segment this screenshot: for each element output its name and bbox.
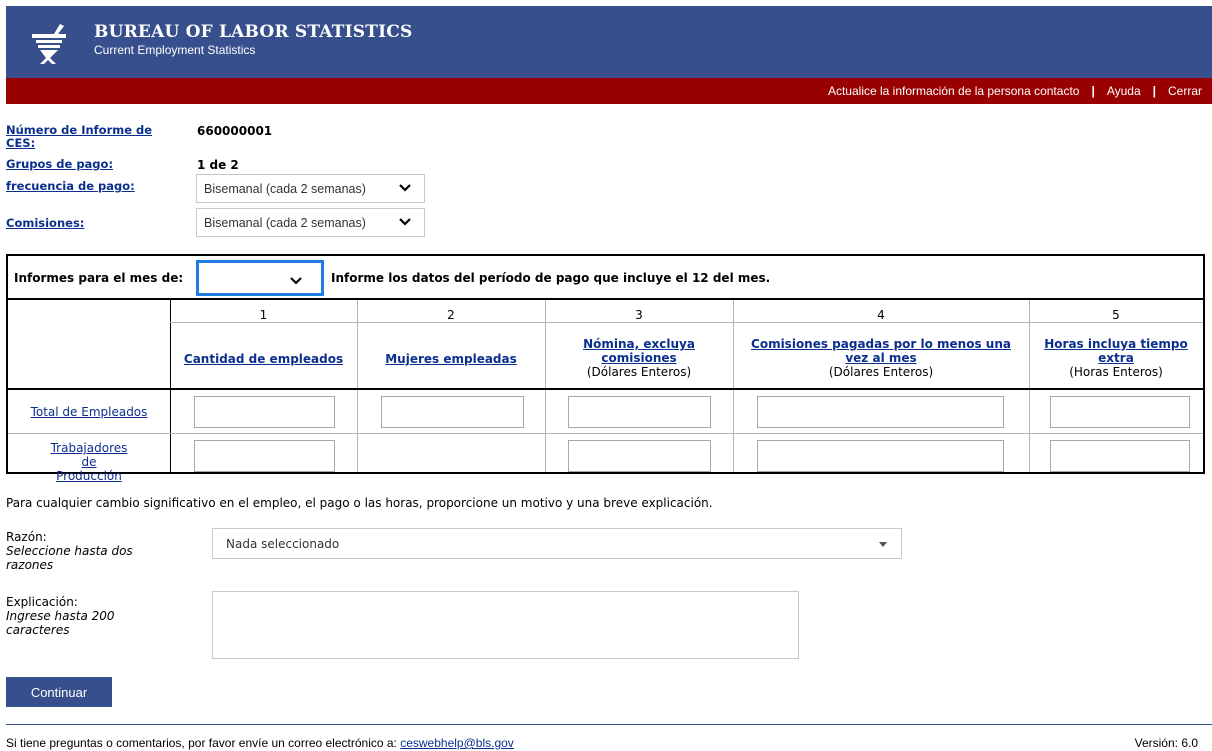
program-subtitle: Current Employment Statistics	[94, 43, 256, 57]
pay-frequency-value: Bisemanal (cada 2 semanas)	[204, 181, 366, 196]
row-divider	[170, 322, 1203, 323]
column-divider	[170, 300, 171, 472]
payroll-header-link[interactable]: Nómina, excluya comisiones	[583, 337, 695, 365]
row-label-total-employees[interactable]: Total de Empleados	[8, 405, 170, 419]
column-number: 4	[877, 308, 885, 322]
close-link[interactable]: Cerrar	[1168, 84, 1202, 98]
commissions-label[interactable]: Comisiones:	[6, 217, 84, 230]
commissions-value: Bisemanal (cada 2 semanas)	[204, 215, 366, 230]
update-contact-link[interactable]: Actualice la información de la persona c…	[828, 84, 1079, 98]
hours-unit: (Horas Enteros)	[1069, 365, 1163, 379]
reason-label-group: Razón: Seleccione hasta dos razones	[6, 530, 146, 572]
top-nav-bar: Actualice la información de la persona c…	[6, 78, 1212, 104]
production-employees-input[interactable]	[194, 440, 335, 472]
version-label: Versión: 6.0	[1134, 736, 1198, 750]
chevron-down-icon	[399, 218, 411, 226]
continue-button[interactable]: Continuar	[6, 677, 112, 707]
total-women-input[interactable]	[381, 396, 524, 428]
reason-selected-value: Nada seleccionado	[226, 536, 340, 551]
bls-logo-icon	[32, 24, 66, 64]
explanation-label: Explicación:	[6, 595, 78, 609]
footer-divider	[6, 724, 1212, 725]
site-header: BUREAU OF LABOR STATISTICS Current Emplo…	[6, 6, 1212, 78]
column-number: 2	[447, 308, 455, 322]
column-divider	[357, 300, 358, 472]
row-label-production-workers[interactable]: Trabajadores de Producción	[8, 441, 170, 483]
column-divider	[545, 300, 546, 472]
footer-message: Si tiene preguntas o comentarios, por fa…	[6, 736, 401, 750]
chevron-down-icon	[399, 184, 411, 192]
row-divider	[8, 388, 1203, 390]
commissions-header-link[interactable]: Comisiones pagadas por lo menos una vez …	[751, 337, 1011, 365]
reason-label: Razón:	[6, 530, 47, 544]
pay-groups-value: 1 de 2	[197, 158, 239, 172]
women-header-link[interactable]: Mujeres empleadas	[385, 352, 517, 366]
explanation-hint: Ingrese hasta 200 caracteres	[6, 609, 115, 637]
pay-groups-label[interactable]: Grupos de pago:	[6, 158, 113, 171]
help-link[interactable]: Ayuda	[1107, 84, 1141, 98]
column-header-hours: Horas incluya tiempo extra (Horas Entero…	[1039, 337, 1193, 379]
total-payroll-input[interactable]	[568, 396, 711, 428]
nav-separator: |	[1091, 84, 1095, 98]
top-nav-links: Actualice la información de la persona c…	[828, 78, 1202, 104]
report-number-value: 660000001	[197, 124, 273, 138]
column-header-payroll: Nómina, excluya comisiones (Dólares Ente…	[565, 337, 713, 379]
commissions-unit: (Dólares Enteros)	[828, 365, 934, 379]
footer-contact-text: Si tiene preguntas o comentarios, por fa…	[6, 736, 514, 750]
production-hours-input[interactable]	[1050, 440, 1190, 472]
column-divider	[733, 300, 734, 472]
data-entry-table: 1 2 3 4 5 Cantidad de empleados Mujeres …	[6, 298, 1205, 483]
support-email-link[interactable]: ceswebhelp@bls.gov	[400, 736, 514, 750]
month-label: Informes para el mes de:	[14, 271, 184, 285]
chevron-down-icon	[290, 277, 302, 285]
column-number: 3	[635, 308, 643, 322]
month-selection-row: Informes para el mes de: Informe los dat…	[6, 254, 1205, 298]
production-payroll-input[interactable]	[568, 440, 711, 472]
pay-frequency-select[interactable]: Bisemanal (cada 2 semanas)	[196, 174, 425, 203]
reason-select[interactable]: Nada seleccionado	[212, 528, 902, 559]
employees-header-link[interactable]: Cantidad de empleados	[184, 352, 343, 366]
nav-separator: |	[1152, 84, 1156, 98]
hours-header-link[interactable]: Horas incluya tiempo extra	[1044, 337, 1187, 365]
explanation-textarea[interactable]	[212, 591, 799, 659]
reason-hint: Seleccione hasta dos razones	[6, 544, 133, 572]
report-number-label[interactable]: Número de Informe de CES:	[6, 124, 156, 150]
total-employees-input[interactable]	[194, 396, 335, 428]
column-header-employees: Cantidad de empleados	[170, 352, 357, 366]
payroll-unit: (Dólares Enteros)	[586, 365, 692, 379]
change-explanation-instruction: Para cualquier cambio significativo en e…	[6, 496, 713, 510]
column-number: 1	[259, 308, 268, 322]
explanation-label-group: Explicación: Ingrese hasta 200 caractere…	[6, 595, 146, 637]
column-header-commissions: Comisiones pagadas por lo menos una vez …	[743, 337, 1019, 379]
column-header-women: Mujeres empleadas	[357, 352, 545, 366]
total-hours-input[interactable]	[1050, 396, 1190, 428]
commissions-select[interactable]: Bisemanal (cada 2 semanas)	[196, 208, 425, 237]
production-commissions-input[interactable]	[757, 440, 1004, 472]
total-commissions-input[interactable]	[757, 396, 1004, 428]
month-instruction: Informe los datos del período de pago qu…	[331, 271, 771, 285]
column-number: 5	[1112, 308, 1120, 322]
caret-down-icon	[879, 542, 887, 547]
agency-title: BUREAU OF LABOR STATISTICS	[94, 22, 413, 42]
pay-frequency-label[interactable]: frecuencia de pago:	[6, 180, 135, 193]
month-select[interactable]	[196, 260, 324, 296]
column-divider	[1029, 300, 1030, 472]
row-divider	[8, 433, 1203, 434]
